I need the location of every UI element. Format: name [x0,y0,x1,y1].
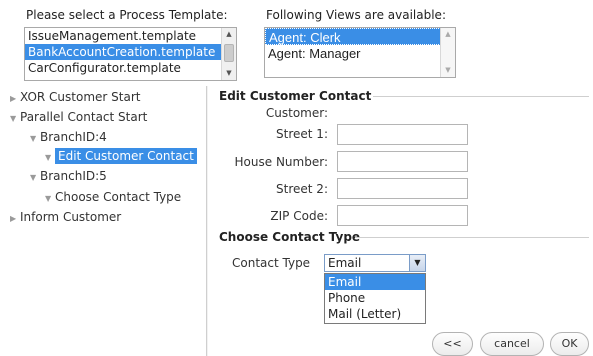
section-title-choose-contact-type: Choose Contact Type [219,230,361,244]
expanded-arrow-icon[interactable]: ▼ [30,130,40,148]
section-title-edit-customer-contact: Edit Customer Contact [219,89,372,103]
scroll-up-icon[interactable]: ▲ [441,28,455,41]
collapsed-arrow-icon[interactable]: ▶ [10,90,20,108]
tree-node-xor-customer-start[interactable]: ▶ XOR Customer Start [10,88,140,106]
contact-type-selected-value: Email [328,256,362,270]
expanded-arrow-icon[interactable]: ▼ [10,110,20,128]
chevron-down-icon[interactable]: ▼ [409,255,425,271]
tree-node-inform-customer[interactable]: ▶ Inform Customer [10,208,121,226]
scroll-up-icon[interactable]: ▲ [222,28,236,41]
template-item-carconfigurator[interactable]: CarConfigurator.template [25,60,236,76]
tree-node-edit-customer-contact[interactable]: ▼ Edit Customer Contact [45,147,197,165]
expanded-arrow-icon[interactable]: ▼ [45,190,55,208]
views-listbox[interactable]: Agent: Clerk Agent: Manager ▲ ▼ [264,27,456,78]
street1-label: Street 1: [276,127,328,141]
tree-node-parallel-contact-start[interactable]: ▼ Parallel Contact Start [10,108,147,126]
street1-input[interactable] [337,124,468,145]
house-number-input[interactable] [337,151,468,172]
back-button[interactable]: << [432,332,473,356]
contact-type-option-email[interactable]: Email [325,274,425,290]
ok-button[interactable]: OK [550,332,589,356]
template-item-issuemanagement[interactable]: IssueManagement.template [25,28,236,44]
views-scrollbar[interactable]: ▲ ▼ [440,28,455,77]
zip-code-label: ZIP Code: [270,209,328,223]
pane-divider[interactable] [206,86,208,356]
contact-type-select[interactable]: Email ▼ [324,254,426,272]
template-listbox[interactable]: IssueManagement.template BankAccountCrea… [24,27,237,81]
street2-label: Street 2: [276,182,328,196]
contact-type-option-phone[interactable]: Phone [325,290,425,306]
cancel-button[interactable]: cancel [480,332,544,356]
scroll-down-icon[interactable]: ▼ [222,67,236,80]
template-scrollbar[interactable]: ▲ ▼ [221,28,236,80]
template-item-bankaccountcreation[interactable]: BankAccountCreation.template [25,44,236,60]
section-divider [355,237,589,238]
tree-node-choose-contact-type[interactable]: ▼ Choose Contact Type [45,188,181,206]
tree-node-branch-5[interactable]: ▼ BranchID:5 [30,167,107,185]
collapsed-arrow-icon[interactable]: ▶ [10,210,20,228]
customer-label: Customer: [265,106,328,120]
views-label: Following Views are available: [266,8,446,22]
contact-type-label: Contact Type [232,256,311,270]
view-item-manager[interactable]: Agent: Manager [265,45,455,62]
scroll-thumb[interactable] [224,44,234,62]
expanded-arrow-icon[interactable]: ▼ [30,169,40,187]
street2-input[interactable] [337,178,468,199]
view-item-clerk[interactable]: Agent: Clerk [265,28,455,45]
section-divider [373,96,589,97]
contact-type-dropdown[interactable]: Email Phone Mail (Letter) [324,273,426,324]
house-number-label: House Number: [234,155,328,169]
tree-node-branch-4[interactable]: ▼ BranchID:4 [30,128,107,146]
contact-type-option-mail[interactable]: Mail (Letter) [325,306,425,322]
template-select-label: Please select a Process Template: [26,8,228,22]
zip-code-input[interactable] [337,205,468,226]
expanded-arrow-icon[interactable]: ▼ [45,149,55,167]
scroll-down-icon[interactable]: ▼ [441,64,455,77]
